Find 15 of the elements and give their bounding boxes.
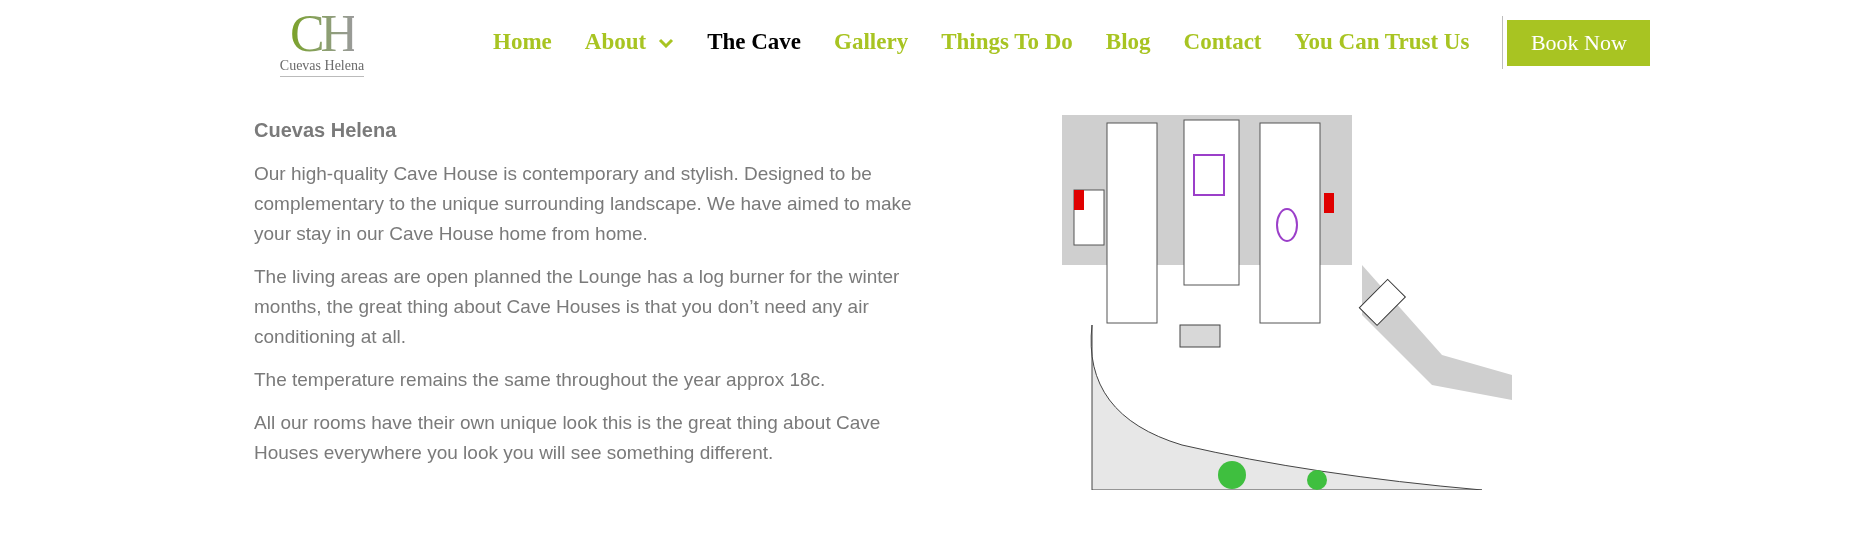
- nav-link[interactable]: About: [584, 25, 675, 60]
- paragraph: The living areas are open planned the Lounge has a log burner for the winter months, the great thing about Cave Houses is that you don’t need any air conditioning at all.: [254, 265, 901, 349]
- logo[interactable]: CH Cuevas Helena: [272, 10, 372, 77]
- nav-link[interactable]: Home: [493, 25, 552, 60]
- nav-link[interactable]: Contact: [1183, 25, 1262, 60]
- nav-link[interactable]: Blog: [1105, 25, 1151, 60]
- paragraph: Our high-quality Cave House is contemporary and stylish. Designed to be complementary to the unique surrounding landscape. We have aimed to make your stay in our Cave House home from home.: [254, 162, 913, 246]
- content-heading: Cuevas Helena: [254, 118, 398, 143]
- paragraph: All our rooms have their own unique look this is the great thing about Cave Houses everywhere you look you will see something different.: [254, 411, 882, 465]
- nav-link[interactable]: Gallery: [834, 25, 909, 60]
- nav-link[interactable]: The Cave: [707, 25, 802, 60]
- nav-link[interactable]: You Can Trust Us: [1294, 25, 1470, 60]
- nav-link[interactable]: Things To Do: [941, 25, 1073, 60]
- book-now-button[interactable]: Book Now: [1507, 19, 1651, 66]
- paragraph: The temperature remains the same throughout the year approx 18c.: [254, 368, 827, 392]
